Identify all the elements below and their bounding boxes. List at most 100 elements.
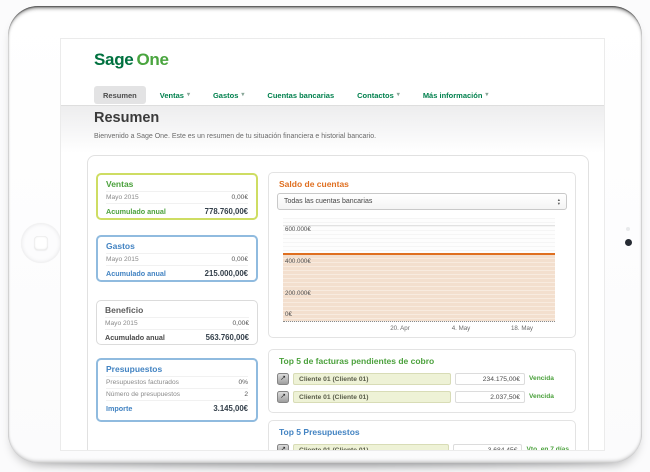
nav-tab-label: Ventas <box>160 91 184 100</box>
logo-secondary: One <box>136 50 168 69</box>
card-title: Presupuestos <box>106 364 248 374</box>
card-row-value: 2 <box>244 391 248 398</box>
gridline <box>283 225 555 226</box>
quote-status: Vto. en 7 días <box>526 446 569 451</box>
card-row-label: Número de presupuestos <box>106 391 180 398</box>
logo-primary: Sage <box>94 50 133 69</box>
invoice-row[interactable]: ↗ Cliente 01 (Cliente 01) 234.175,00€ Ve… <box>277 372 569 385</box>
invoice-status-icon[interactable]: ↗ <box>277 391 289 403</box>
card-row-value: 0,00€ <box>231 194 248 201</box>
card-row: Mayo 2015 0,00€ <box>105 317 249 329</box>
panel-top-invoices: Top 5 de facturas pendientes de cobro ↗ … <box>268 349 576 413</box>
card-total-value: 3.145,00€ <box>213 404 248 413</box>
nav-tab-label: Más información <box>423 91 483 100</box>
nav-tab-gastos[interactable]: Gastos ▾ <box>204 86 253 104</box>
y-axis-tick: 200.000€ <box>285 290 311 297</box>
card-total-label: Acumulado anual <box>105 333 165 342</box>
card-row-value: 0% <box>238 379 248 386</box>
panel-top-quotes: Top 5 Presupuestos ↗ Cliente 01 (Cliente… <box>268 420 576 451</box>
card-row: Presupuestos facturados 0% <box>106 376 248 388</box>
card-presupuestos: Presupuestos Presupuestos facturados 0% … <box>96 358 258 422</box>
balance-area-chart: 600.000€ 400.000€ 200.000€ 0€ <box>283 218 555 322</box>
panel-title: Top 5 Presupuestos <box>279 427 360 437</box>
invoice-amount: 234.175,00€ <box>455 373 525 385</box>
card-title: Gastos <box>106 241 248 251</box>
nav-tab-label: Cuentas bancarias <box>267 91 334 100</box>
x-axis-tick: 18. May <box>511 325 533 332</box>
stage: SageOne Resumen Ventas ▾ Gastos ▾ Cuenta… <box>0 0 650 472</box>
sensor-dot <box>626 227 630 231</box>
card-row-label: Mayo 2015 <box>106 194 139 201</box>
main-nav: Resumen Ventas ▾ Gastos ▾ Cuentas bancar… <box>94 86 600 104</box>
nav-tab-contactos[interactable]: Contactos ▾ <box>348 86 409 104</box>
card-total-value: 563.760,00€ <box>206 333 249 342</box>
stepper-down-icon: ▾ <box>558 202 560 206</box>
x-axis-tick: 4. May <box>452 325 471 332</box>
card-row: Mayo 2015 0,00€ <box>106 191 248 203</box>
invoice-status: Vencida <box>529 393 554 400</box>
nav-tab-cuentas-bancarias[interactable]: Cuentas bancarias <box>258 86 343 104</box>
nav-tab-label: Gastos <box>213 91 238 100</box>
tablet-frame: SageOne Resumen Ventas ▾ Gastos ▾ Cuenta… <box>8 6 642 463</box>
nav-tab-label: Resumen <box>103 91 137 100</box>
nav-tab-ventas[interactable]: Ventas ▾ <box>151 86 199 104</box>
card-total-row: Acumulado anual 563.760,00€ <box>105 329 249 342</box>
x-axis-tick: 20. Apr <box>390 325 410 332</box>
card-row: Número de presupuestos 2 <box>106 388 248 400</box>
y-axis-tick: 0€ <box>285 311 292 318</box>
card-row-label: Presupuestos facturados <box>106 379 179 386</box>
camera-icon <box>625 239 632 246</box>
y-axis-tick: 600.000€ <box>285 226 311 233</box>
card-title: Beneficio <box>105 305 249 315</box>
chevron-down-icon: ▾ <box>397 92 400 98</box>
quote-status-icon[interactable]: ↗ <box>277 444 289 452</box>
card-gastos: Gastos Mayo 2015 0,00€ Acumulado anual 2… <box>96 235 258 282</box>
invoice-client: Cliente 01 (Cliente 01) <box>293 391 451 403</box>
invoice-status-icon[interactable]: ↗ <box>277 373 289 385</box>
card-total-label: Acumulado anual <box>106 269 166 278</box>
nav-tab-resumen[interactable]: Resumen <box>94 86 146 104</box>
card-total-label: Acumulado anual <box>106 207 166 216</box>
select-stepper-icon: ▴ ▾ <box>558 198 560 205</box>
invoice-client: Cliente 01 (Cliente 01) <box>293 373 451 385</box>
card-ventas: Ventas Mayo 2015 0,00€ Acumulado anual 7… <box>96 173 258 220</box>
sage-one-logo: SageOne <box>94 50 169 70</box>
panel-title: Top 5 de facturas pendientes de cobro <box>279 356 434 366</box>
chevron-down-icon: ▾ <box>241 92 244 98</box>
card-total-value: 215.000,00€ <box>205 269 248 278</box>
screen: SageOne Resumen Ventas ▾ Gastos ▾ Cuenta… <box>60 38 605 451</box>
nav-tab-label: Contactos <box>357 91 394 100</box>
panel-account-balance: Saldo de cuentas Todas las cuentas banca… <box>268 172 576 338</box>
panel-title: Saldo de cuentas <box>279 179 349 189</box>
card-row: Mayo 2015 0,00€ <box>106 253 248 265</box>
account-select[interactable]: Todas las cuentas bancarias ▴ ▾ <box>277 193 567 210</box>
invoice-amount: 2.037,50€ <box>455 391 525 403</box>
account-select-value: Todas las cuentas bancarias <box>284 198 372 205</box>
page-subtitle: Bienvenido a Sage One. Este es un resume… <box>94 133 376 140</box>
card-title: Ventas <box>106 179 248 189</box>
card-row-value: 0,00€ <box>231 256 248 263</box>
page-title: Resumen <box>94 110 159 126</box>
invoice-row[interactable]: ↗ Cliente 01 (Cliente 01) 2.037,50€ Venc… <box>277 390 569 403</box>
card-total-row: Importe 3.145,00€ <box>106 400 248 413</box>
card-row-label: Mayo 2015 <box>106 256 139 263</box>
home-button[interactable] <box>21 223 61 263</box>
home-button-square-icon <box>34 236 48 250</box>
chevron-down-icon: ▾ <box>485 92 488 98</box>
quote-row[interactable]: ↗ Cliente 01 (Cliente 01) 3.684,45€ Vto.… <box>277 443 569 451</box>
quote-client: Cliente 01 (Cliente 01) <box>293 444 449 452</box>
card-total-label: Importe <box>106 404 132 413</box>
invoice-status: Vencida <box>529 375 554 382</box>
chart-area-series <box>283 253 555 321</box>
y-axis-tick: 400.000€ <box>285 258 311 265</box>
nav-tab-mas-informacion[interactable]: Más información ▾ <box>414 86 498 104</box>
chevron-down-icon: ▾ <box>187 92 190 98</box>
card-beneficio: Beneficio Mayo 2015 0,00€ Acumulado anua… <box>96 300 258 345</box>
card-total-row: Acumulado anual 778.760,00€ <box>106 203 248 216</box>
card-total-value: 778.760,00€ <box>205 207 248 216</box>
card-total-row: Acumulado anual 215.000,00€ <box>106 265 248 278</box>
card-row-label: Mayo 2015 <box>105 320 138 327</box>
card-row-value: 0,00€ <box>232 320 249 327</box>
quote-amount: 3.684,45€ <box>453 444 522 452</box>
dashboard-container: Ventas Mayo 2015 0,00€ Acumulado anual 7… <box>87 155 589 451</box>
